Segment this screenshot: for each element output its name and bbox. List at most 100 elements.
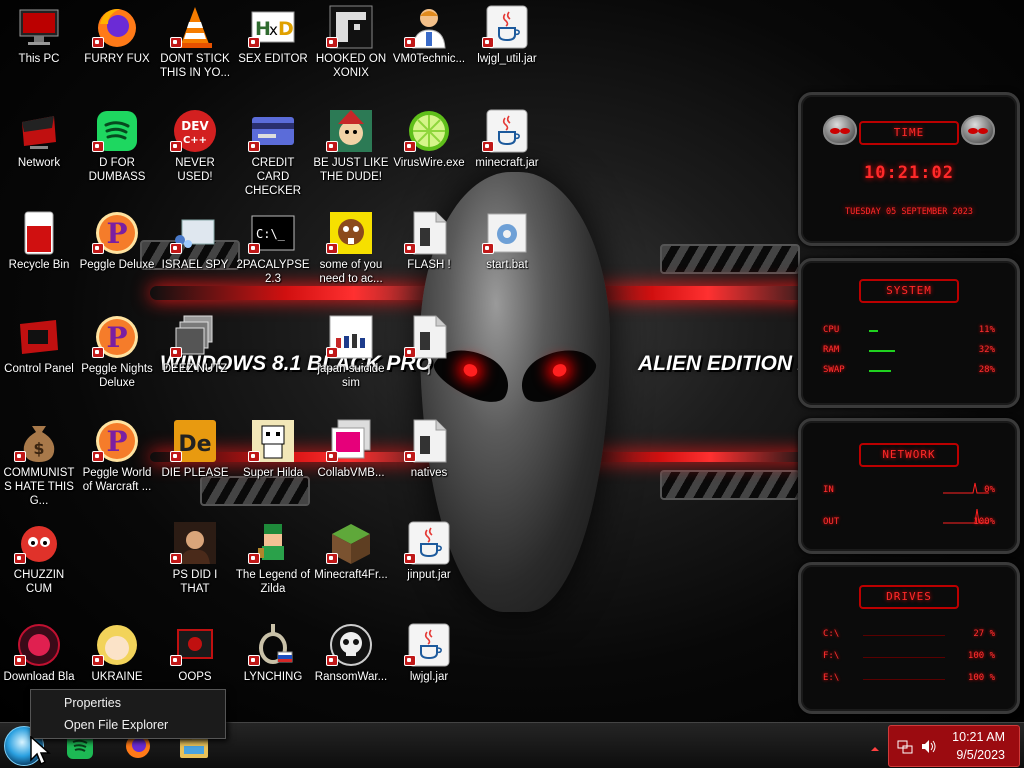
desktop-icon-label: Network bbox=[17, 157, 61, 169]
desktop-icon-label: UKRAINE bbox=[91, 671, 143, 683]
desktop-icon[interactable]: japan suicide sim bbox=[312, 314, 390, 390]
desktop-icon-label: start.bat bbox=[486, 259, 528, 271]
desktop-icon-label: VirusWire.exe bbox=[393, 157, 465, 169]
shortcut-badge-icon bbox=[326, 141, 338, 152]
desktop-icon-label: minecraft.jar bbox=[475, 157, 539, 169]
desktop-icon[interactable]: D FOR DUMBASS bbox=[78, 108, 156, 184]
menu-item-open-file-explorer[interactable]: Open File Explorer bbox=[31, 714, 225, 736]
wallpaper-grille bbox=[660, 470, 800, 500]
network-gadget-title: NETWORK bbox=[859, 443, 959, 467]
desktop-icon[interactable]: Recycle Bin bbox=[0, 210, 78, 272]
desktop-icon[interactable]: Hx D SEX EDITOR bbox=[234, 4, 312, 66]
desktop-icon[interactable]: BE JUST LIKE THE DUDE! bbox=[312, 108, 390, 184]
desktop-icon[interactable]: FURRY FUX bbox=[78, 4, 156, 66]
desktop-icon[interactable]: P Peggle World of Warcraft ... bbox=[78, 418, 156, 494]
desktop-icon[interactable]: OOPS bbox=[156, 622, 234, 684]
drive-track bbox=[863, 679, 945, 680]
desktop-icon[interactable]: minecraft.jar bbox=[468, 108, 546, 170]
system-usage-bar bbox=[869, 370, 891, 372]
portrait-icon bbox=[170, 520, 218, 566]
desktop-icon[interactable]: Download Bla bbox=[0, 622, 78, 684]
desktop-icon[interactable]: CREDIT CARD CHECKER bbox=[234, 108, 312, 198]
desktop-icon[interactable]: P Peggle Nights Deluxe bbox=[78, 314, 156, 390]
system-row-label: CPU bbox=[823, 325, 840, 335]
desktop-icon[interactable]: LYNCHING bbox=[234, 622, 312, 684]
desktop-icon[interactable]: C:\_ 2PACALYPSE 2.3 bbox=[234, 210, 312, 286]
desktop-icon[interactable]: DEEZ NUTZ bbox=[156, 314, 234, 376]
download-orb-icon bbox=[14, 622, 62, 668]
desktop-icon[interactable]: PS DID I THAT bbox=[156, 520, 234, 596]
desktop-icon[interactable]: CollabVMB... bbox=[312, 418, 390, 480]
chuzzle-icon bbox=[14, 520, 62, 566]
desktop-icon[interactable]: VirusWire.exe bbox=[390, 108, 468, 170]
desktop-icon-label: CREDIT CARD CHECKER bbox=[244, 157, 302, 197]
desktop-icon[interactable]: start.bat bbox=[468, 210, 546, 272]
svg-text:P: P bbox=[106, 321, 127, 354]
desktop-icon[interactable]: DONT STICK THIS IN YO... bbox=[156, 4, 234, 80]
menu-item-properties[interactable]: Properties bbox=[31, 692, 225, 714]
show-hidden-icons-arrow[interactable] bbox=[870, 741, 880, 751]
desktop-icon-label: some of you need to ac... bbox=[319, 259, 383, 285]
peggle-icon: P bbox=[92, 418, 140, 464]
system-tray: 10:21 AM 9/5/2023 bbox=[888, 725, 1020, 767]
shortcut-badge-icon bbox=[92, 347, 104, 358]
desktop-icon[interactable]: This PC bbox=[0, 4, 78, 66]
desktop-icon-label: DONT STICK THIS IN YO... bbox=[159, 53, 231, 79]
peggle-icon: P bbox=[92, 314, 140, 360]
network-in-graph bbox=[943, 482, 989, 494]
network-out-label: OUT bbox=[823, 517, 840, 527]
desktop-icon[interactable]: some of you need to ac... bbox=[312, 210, 390, 286]
shortcut-badge-icon bbox=[92, 451, 104, 462]
desktop-icon[interactable]: lwjgl_util.jar bbox=[468, 4, 546, 66]
desktop-icon[interactable]: The Legend of Zilda bbox=[234, 520, 312, 596]
shortcut-badge-icon bbox=[326, 655, 338, 666]
file-icon bbox=[404, 210, 452, 256]
svg-text:P: P bbox=[106, 425, 127, 458]
desktop-icon[interactable]: j bbox=[390, 314, 468, 376]
alien-logo-icon bbox=[823, 115, 857, 145]
gadget-date-value: TUESDAY 05 SEPTEMBER 2023 bbox=[845, 207, 973, 217]
desktop-icon[interactable]: HOOKED ON XONIX bbox=[312, 4, 390, 80]
desktop-icon-label: j bbox=[427, 363, 431, 375]
desktop-icon[interactable]: $ COMMUNISTS HATE THIS G... bbox=[0, 418, 78, 508]
clock-time[interactable]: 10:21 AM bbox=[952, 730, 1005, 744]
desktop-icon[interactable]: natives bbox=[390, 418, 468, 480]
mouse-cursor-icon bbox=[30, 736, 51, 766]
clock-date[interactable]: 9/5/2023 bbox=[956, 748, 1005, 762]
desktop-icon-label: HOOKED ON XONIX bbox=[315, 53, 387, 79]
shortcut-badge-icon bbox=[92, 37, 104, 48]
shortcut-badge-icon bbox=[326, 553, 338, 564]
desktop-icon[interactable]: De DIE PLEASE bbox=[156, 418, 234, 480]
desktop-icon[interactable]: Super Hilda bbox=[234, 418, 312, 480]
shortcut-badge-icon bbox=[326, 37, 338, 48]
desktop-icon[interactable]: P Peggle Deluxe bbox=[78, 210, 156, 272]
desktop-icon[interactable]: CHUZZIN CUM bbox=[0, 520, 78, 596]
shortcut-badge-icon bbox=[170, 553, 182, 564]
network-status-icon[interactable] bbox=[897, 740, 913, 754]
desktop-icon[interactable]: Control Panel bbox=[0, 314, 78, 376]
desktop-icon-label: lwjgl.jar bbox=[409, 671, 449, 683]
time-gadget: TIME 10:21:02 TUESDAY 05 SEPTEMBER 2023 bbox=[798, 92, 1020, 246]
beaver-icon bbox=[326, 210, 374, 256]
desktop-icon[interactable]: lwjgl.jar bbox=[390, 622, 468, 684]
system-usage-bar bbox=[869, 330, 878, 332]
peggle-icon: P bbox=[92, 210, 140, 256]
system-row-label: SWAP bbox=[823, 365, 845, 375]
desktop-icon[interactable]: FLASH ! bbox=[390, 210, 468, 272]
desktop-icon-label: Peggle Nights Deluxe bbox=[81, 363, 153, 389]
desktop-icon-label: FURRY FUX bbox=[84, 53, 150, 65]
recycle-bin-icon bbox=[16, 210, 62, 256]
svg-text:C++: C++ bbox=[183, 135, 207, 146]
desktop-icon[interactable]: ISRAEL SPY bbox=[156, 210, 234, 272]
desktop-icon[interactable]: DEV C++ NEVER USED! bbox=[156, 108, 234, 184]
volume-icon[interactable] bbox=[921, 739, 937, 754]
desktop-icon[interactable]: jinput.jar bbox=[390, 520, 468, 582]
desktop-icon[interactable]: Network bbox=[0, 108, 78, 170]
drive-row: C:\ 27 % bbox=[823, 629, 995, 643]
desktop-icon[interactable]: UKRAINE bbox=[78, 622, 156, 684]
devcpp-icon: DEV C++ bbox=[170, 108, 218, 154]
desktop-icon[interactable]: VM0Technic... bbox=[390, 4, 468, 66]
desktop-icon[interactable]: RansomWar... bbox=[312, 622, 390, 684]
desktop-icon[interactable]: Minecraft4Fr... bbox=[312, 520, 390, 582]
shortcut-badge-icon bbox=[92, 141, 104, 152]
